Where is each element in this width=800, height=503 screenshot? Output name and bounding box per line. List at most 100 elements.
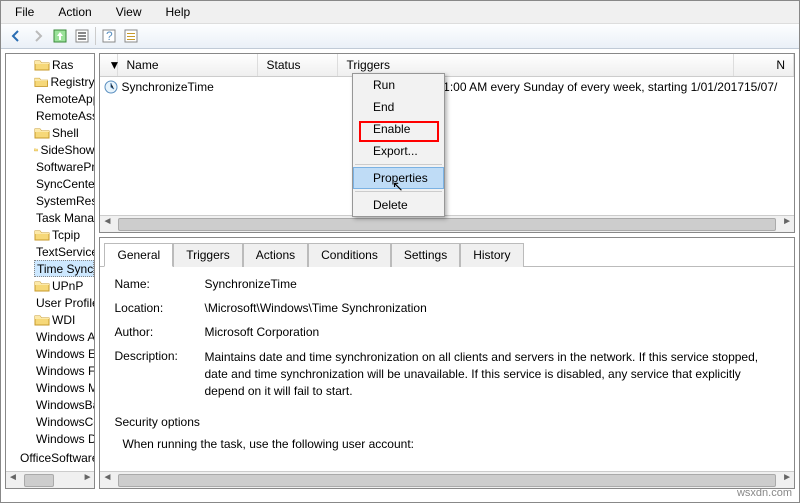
table-row[interactable]: SynchronizeTime At 1:00 AM every Sunday … bbox=[100, 77, 794, 97]
folder-icon bbox=[34, 228, 50, 241]
tree-label: Windows Error Rep bbox=[36, 347, 95, 361]
tree-item[interactable]: User Profile Servic bbox=[34, 294, 94, 311]
tree-label: WDI bbox=[52, 313, 75, 327]
up-icon[interactable] bbox=[51, 27, 69, 45]
tab-strip: General Triggers Actions Conditions Sett… bbox=[100, 238, 794, 267]
tree-label: UPnP bbox=[52, 279, 83, 293]
col-status[interactable]: Status bbox=[258, 54, 338, 76]
tree-label: Registry bbox=[50, 75, 94, 89]
tree-item[interactable]: Windows Filtering bbox=[34, 362, 94, 379]
tree-item[interactable]: SystemRestore bbox=[34, 192, 94, 209]
ctx-end[interactable]: End bbox=[353, 96, 444, 118]
ctx-export[interactable]: Export... bbox=[353, 140, 444, 162]
tree-label: Time Synchronizat bbox=[37, 262, 95, 276]
menu-action[interactable]: Action bbox=[48, 3, 101, 21]
tree-item[interactable]: Time Synchronizat bbox=[34, 260, 94, 277]
tree-label: SoftwareProtectio bbox=[36, 160, 95, 174]
ctx-properties[interactable]: Properties bbox=[353, 167, 444, 189]
separator bbox=[355, 191, 442, 192]
tab-triggers[interactable]: Triggers bbox=[173, 243, 243, 267]
tree-item[interactable]: WindowsBackup bbox=[34, 396, 94, 413]
menu-file[interactable]: File bbox=[5, 3, 44, 21]
properties-icon[interactable] bbox=[73, 27, 91, 45]
tree-item[interactable]: SoftwareProtectio bbox=[34, 158, 94, 175]
menu-help[interactable]: Help bbox=[156, 3, 201, 21]
tree-item-office[interactable]: OfficeSoftwareProtection bbox=[6, 449, 94, 466]
tree-item[interactable]: Registry bbox=[34, 73, 94, 90]
tree-item[interactable]: WDI bbox=[34, 311, 94, 328]
tab-history[interactable]: History bbox=[460, 243, 523, 267]
tree-item[interactable]: TextServicesFrame bbox=[34, 243, 94, 260]
folder-icon bbox=[34, 143, 38, 156]
folder-icon bbox=[34, 313, 50, 326]
author-label: Author: bbox=[114, 325, 204, 339]
tree-label: SyncCenter bbox=[36, 177, 95, 191]
forward-icon bbox=[29, 27, 47, 45]
tree-scrollbar[interactable] bbox=[6, 471, 94, 488]
menu-view[interactable]: View bbox=[106, 3, 152, 21]
folder-icon bbox=[34, 58, 50, 71]
tree-item[interactable]: SideShow bbox=[34, 141, 94, 158]
tree-label: Windows Activatio bbox=[36, 330, 95, 344]
author-value: Microsoft Corporation bbox=[204, 325, 780, 339]
folder-icon bbox=[34, 279, 50, 292]
tree-item[interactable]: RemoteApp and D bbox=[34, 90, 94, 107]
task-list-panel: ▼ Name Status Triggers N SynchronizeTime… bbox=[99, 53, 795, 233]
tree-item[interactable]: Shell bbox=[34, 124, 94, 141]
tree-item[interactable]: Task Manager bbox=[34, 209, 94, 226]
sort-indicator[interactable]: ▼ bbox=[100, 54, 118, 76]
tree-label: Windows Defender bbox=[36, 432, 95, 446]
tree-item[interactable]: Ras bbox=[34, 56, 94, 73]
tab-conditions[interactable]: Conditions bbox=[308, 243, 391, 267]
ctx-run[interactable]: Run bbox=[353, 74, 444, 96]
tree-item[interactable]: Tcpip bbox=[34, 226, 94, 243]
tab-settings[interactable]: Settings bbox=[391, 243, 460, 267]
ctx-delete[interactable]: Delete bbox=[353, 194, 444, 216]
tab-actions[interactable]: Actions bbox=[243, 243, 308, 267]
col-next[interactable]: N bbox=[734, 54, 794, 76]
list-icon[interactable] bbox=[122, 27, 140, 45]
tree-item[interactable]: Windows Activatio bbox=[34, 328, 94, 345]
tab-general[interactable]: General bbox=[104, 243, 173, 267]
tree-item[interactable]: WindowsColorSys bbox=[34, 413, 94, 430]
tree-label: Ras bbox=[52, 58, 73, 72]
task-status bbox=[258, 80, 338, 94]
task-next: 15/07/ bbox=[744, 80, 794, 94]
task-name: SynchronizeTime bbox=[121, 80, 213, 94]
back-icon[interactable] bbox=[7, 27, 25, 45]
location-value: \Microsoft\Windows\Time Synchronization bbox=[204, 301, 780, 315]
tree-label: Shell bbox=[52, 126, 79, 140]
ctx-enable[interactable]: Enable bbox=[353, 118, 444, 140]
security-label: Security options bbox=[114, 415, 780, 429]
tree-label: SideShow bbox=[40, 143, 94, 157]
tree-item[interactable]: Windows Media Sh bbox=[34, 379, 94, 396]
tasklist-scrollbar[interactable] bbox=[100, 215, 794, 232]
help-icon[interactable]: ? bbox=[100, 27, 118, 45]
tree-label: Task Manager bbox=[36, 211, 95, 225]
desc-value: Maintains date and time synchronization … bbox=[204, 349, 780, 399]
tree-item[interactable]: Windows Defender bbox=[34, 430, 94, 447]
folder-icon bbox=[34, 75, 48, 88]
tree-item[interactable]: SyncCenter bbox=[34, 175, 94, 192]
tree-label: SystemRestore bbox=[36, 194, 95, 208]
tree-label: WindowsBackup bbox=[36, 398, 95, 412]
desc-label: Description: bbox=[114, 349, 204, 399]
folder-icon bbox=[34, 126, 50, 139]
name-value: SynchronizeTime bbox=[204, 277, 780, 291]
details-scrollbar[interactable] bbox=[100, 471, 794, 488]
separator bbox=[95, 27, 96, 45]
name-label: Name: bbox=[114, 277, 204, 291]
svg-text:?: ? bbox=[106, 29, 113, 43]
separator bbox=[355, 164, 442, 165]
tree-label: RemoteAssistance bbox=[36, 109, 95, 123]
col-name[interactable]: Name bbox=[118, 54, 258, 76]
tree-label: RemoteApp and D bbox=[36, 92, 95, 106]
tree-item[interactable]: UPnP bbox=[34, 277, 94, 294]
tree-item[interactable]: Windows Error Rep bbox=[34, 345, 94, 362]
tree-item[interactable]: RemoteAssistance bbox=[34, 107, 94, 124]
watermark: wsxdn.com bbox=[737, 487, 792, 499]
location-label: Location: bbox=[114, 301, 204, 315]
tree-panel: Ras Registry RemoteApp and D RemoteAssistan… bbox=[5, 53, 95, 489]
tree-label: OfficeSoftwareProtection bbox=[20, 451, 95, 465]
clock-icon bbox=[104, 80, 118, 94]
